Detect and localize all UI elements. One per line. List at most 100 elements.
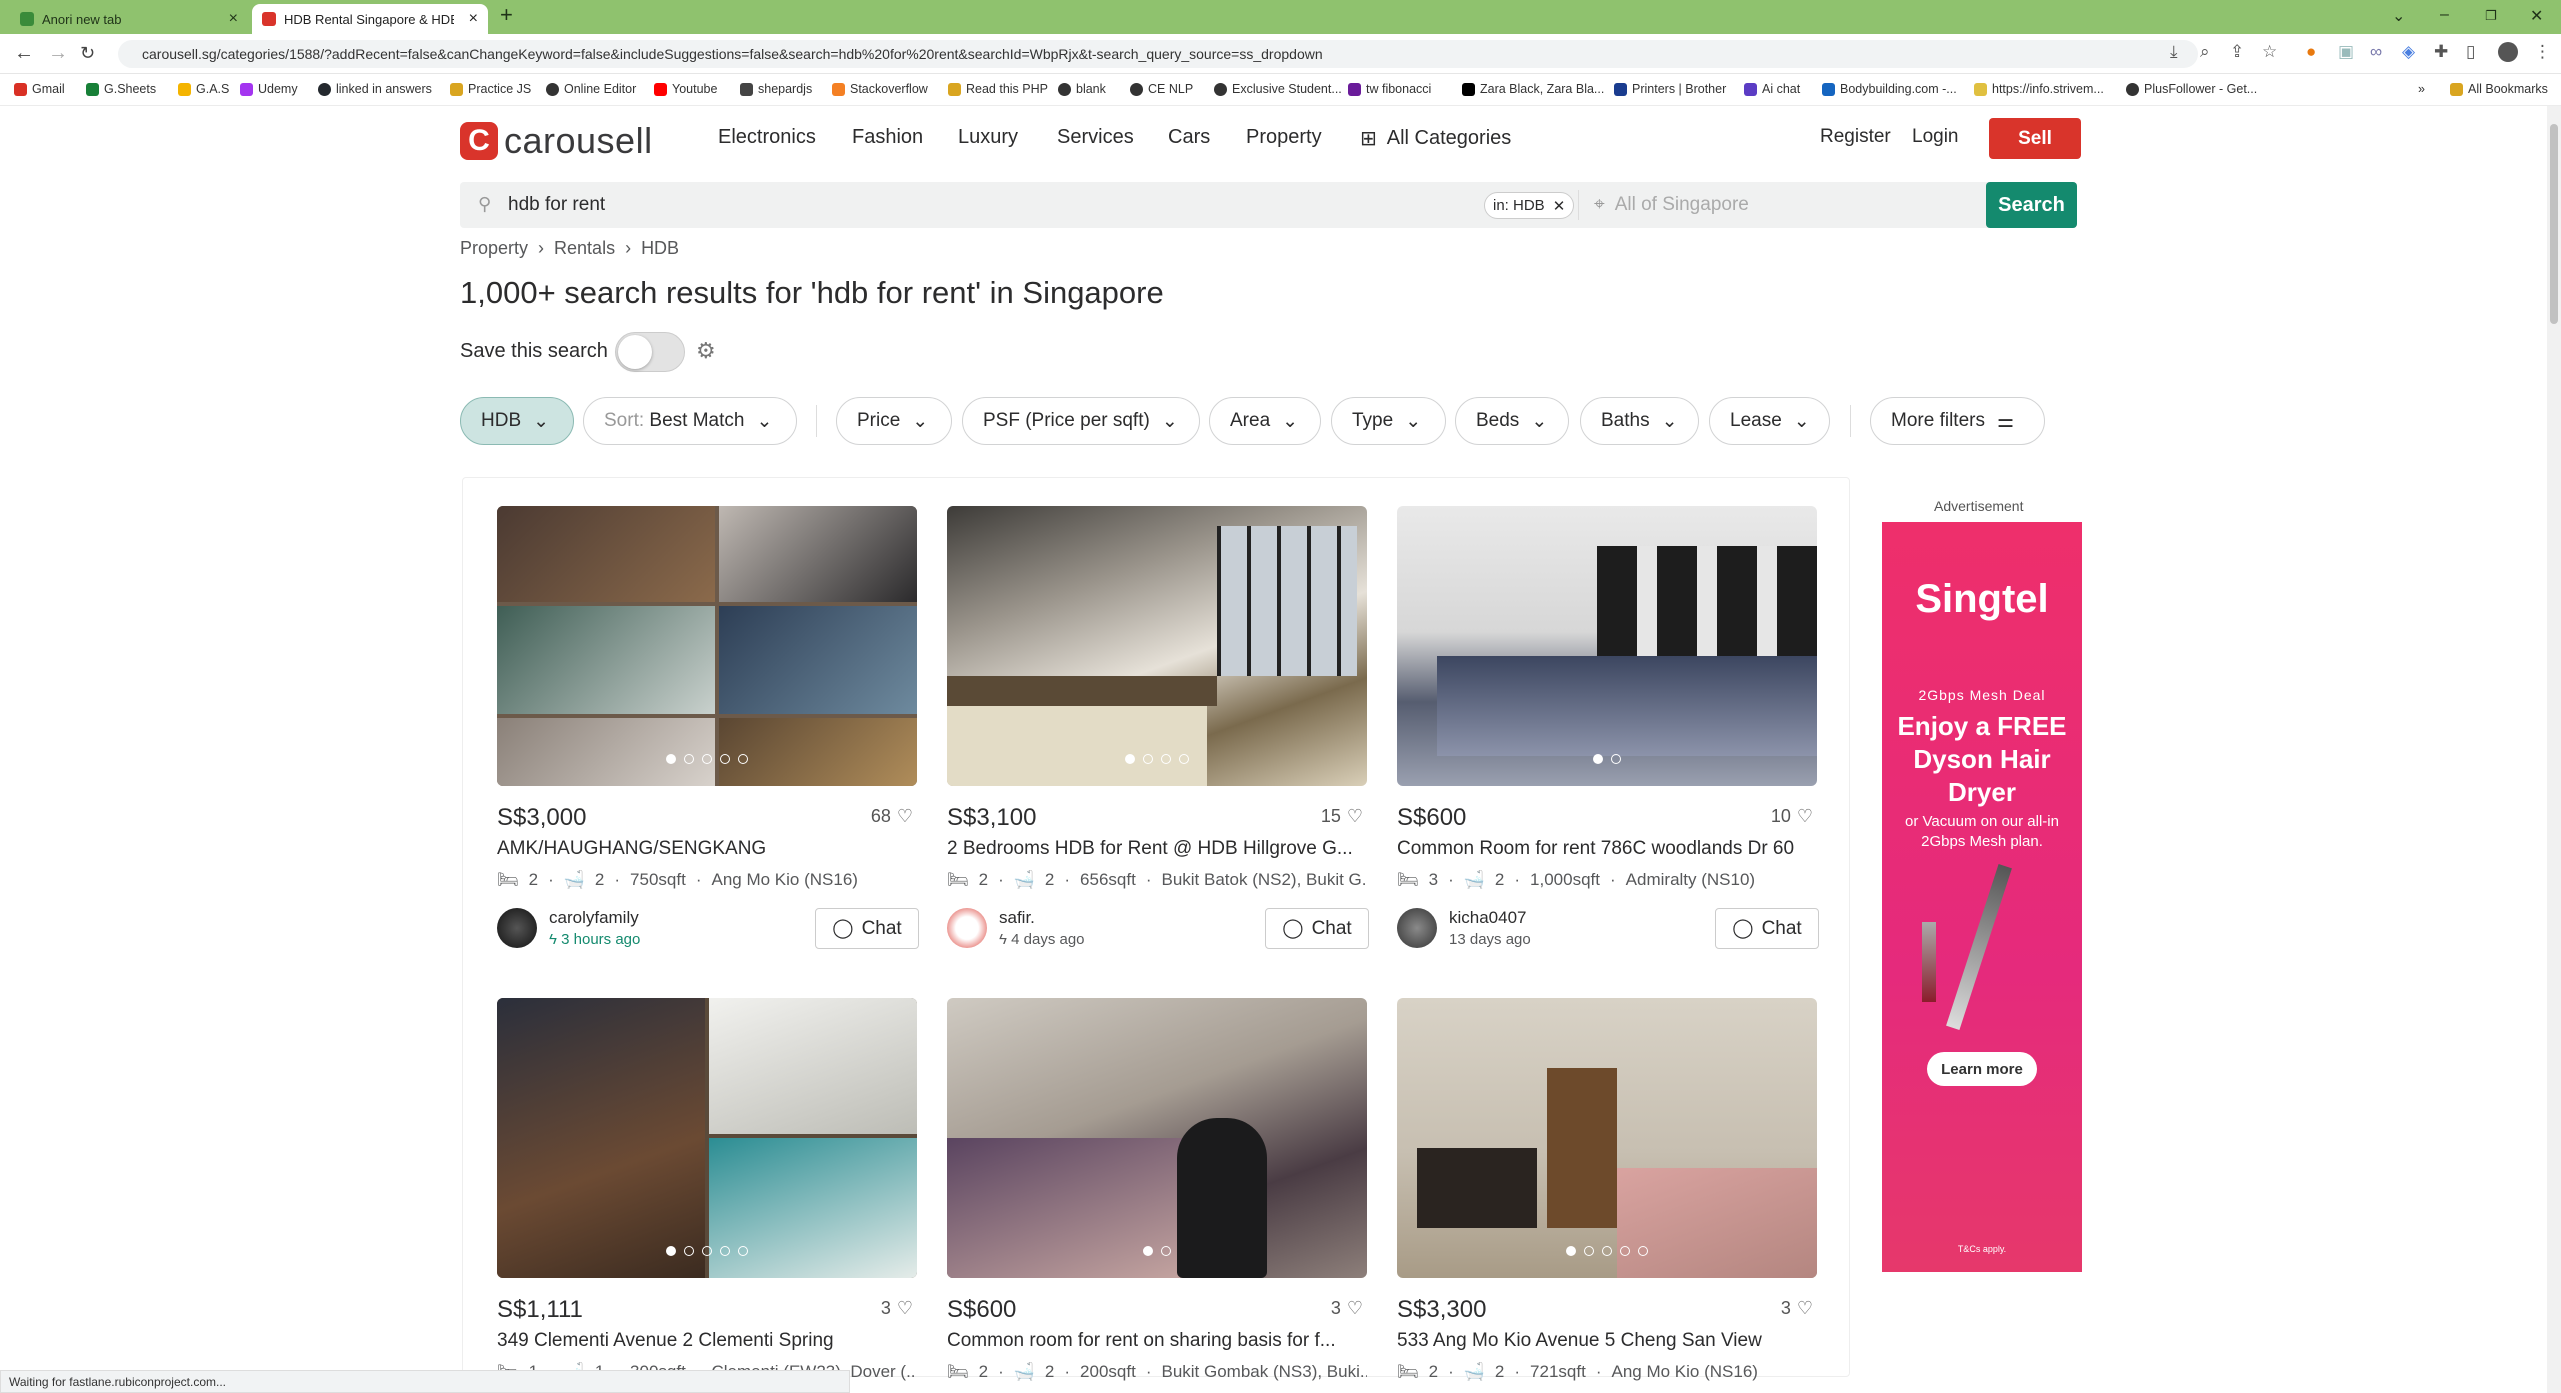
bookmark-item[interactable]: https://info.strivem... [1974, 82, 2104, 96]
listing-title[interactable]: AMK/HAUGHANG/SENGKANG [497, 838, 917, 860]
bookmark-item[interactable]: Bodybuilding.com -... [1822, 82, 1957, 96]
filter-type[interactable]: Type ⌄ [1331, 397, 1446, 445]
zoom-icon[interactable]: ⌕ [2200, 42, 2210, 62]
advertisement-banner[interactable]: Singtel 2Gbps Mesh Deal Enjoy a FREE Dys… [1882, 522, 2082, 1272]
chat-button[interactable]: ◯ Chat [1715, 908, 1819, 949]
filter-price[interactable]: Price ⌄ [836, 397, 952, 445]
like-button[interactable]: 3 ♡ [881, 1298, 913, 1319]
scrollbar-thumb[interactable] [2550, 124, 2558, 324]
minimize-icon[interactable]: – [2440, 6, 2449, 24]
bookmark-item[interactable]: Ai chat [1744, 82, 1800, 96]
bookmark-item[interactable]: PlusFollower - Get... [2126, 82, 2257, 96]
breadcrumb-property[interactable]: Property [460, 238, 528, 259]
chat-button[interactable]: ◯ Chat [1265, 908, 1369, 949]
tab-anori[interactable]: Anori new tab × [10, 4, 248, 34]
listing-photo[interactable] [947, 506, 1367, 786]
avatar[interactable] [947, 908, 987, 948]
sell-button[interactable]: Sell [1989, 118, 2081, 159]
bookmark-item[interactable]: CE NLP [1130, 82, 1193, 96]
new-tab-icon[interactable]: + [500, 2, 513, 28]
listing-card[interactable]: S$600 3 ♡ Common room for rent on sharing… [947, 998, 1369, 1381]
more-filters-button[interactable]: More filters ⚌ [1870, 397, 2045, 445]
register-link[interactable]: Register [1820, 126, 1891, 148]
bookmark-item[interactable]: Stackoverflow [832, 82, 928, 96]
filter-hdb[interactable]: HDB ⌄ [460, 397, 574, 445]
seller-name[interactable]: kicha0407 [1449, 908, 1527, 928]
nav-electronics[interactable]: Electronics [718, 126, 816, 149]
like-button[interactable]: 3 ♡ [1331, 1298, 1363, 1319]
tab-carousell[interactable]: HDB Rental Singapore & HDB Fo × [252, 4, 488, 34]
like-button[interactable]: 68 ♡ [871, 806, 913, 827]
nav-services[interactable]: Services [1057, 126, 1134, 149]
bookmark-item[interactable]: Exclusive Student... [1214, 82, 1342, 96]
listing-title[interactable]: 533 Ang Mo Kio Avenue 5 Cheng San View [1397, 1330, 1817, 1352]
breadcrumb-rentals[interactable]: Rentals [554, 238, 615, 259]
page-scrollbar[interactable] [2547, 106, 2561, 1393]
like-button[interactable]: 10 ♡ [1771, 806, 1813, 827]
nav-cars[interactable]: Cars [1168, 126, 1210, 149]
login-link[interactable]: Login [1912, 126, 1959, 148]
breadcrumb-hdb[interactable]: HDB [641, 238, 679, 259]
category-filter-chip[interactable]: in: HDB ✕ [1484, 192, 1575, 219]
sort-dropdown[interactable]: Sort: Best Match ⌄ [583, 397, 797, 445]
filter-lease[interactable]: Lease ⌄ [1709, 397, 1830, 445]
listing-title[interactable]: 349 Clementi Avenue 2 Clementi Spring [497, 1330, 917, 1352]
listing-title[interactable]: 2 Bedrooms HDB for Rent @ HDB Hillgrove … [947, 838, 1367, 860]
more-bookmarks-icon[interactable]: » [2418, 82, 2425, 96]
search-input[interactable]: hdb for rent [508, 194, 605, 216]
bookmark-item[interactable]: Printers | Brother [1614, 82, 1726, 96]
filter-area[interactable]: Area ⌄ [1209, 397, 1321, 445]
bookmark-item[interactable]: G.Sheets [86, 82, 156, 96]
menu-kebab-icon[interactable]: ⋮ [2534, 42, 2551, 62]
close-tab-icon[interactable]: × [469, 10, 478, 28]
listing-card[interactable]: S$3,000 68 ♡ AMK/HAUGHANG/SENGKANG 🛏 2 · 🛁 2… [497, 506, 919, 966]
bookmark-item[interactable]: Practice JS [450, 82, 531, 96]
bookmark-item[interactable]: Gmail [14, 82, 65, 96]
seller-name[interactable]: safir. [999, 908, 1035, 928]
url-field[interactable]: carousell.sg/categories/1588/?addRecent=… [118, 40, 2198, 68]
restore-icon[interactable]: ❐ [2485, 8, 2497, 24]
close-tab-icon[interactable]: × [229, 10, 238, 28]
bookmark-item[interactable]: blank [1058, 82, 1106, 96]
share-icon[interactable]: ⇪ [2230, 42, 2244, 62]
filter-baths[interactable]: Baths ⌄ [1580, 397, 1699, 445]
search-button[interactable]: Search [1986, 182, 2077, 228]
seller-name[interactable]: carolyfamily [549, 908, 639, 928]
extensions-puzzle-icon[interactable]: ✚ [2434, 42, 2448, 62]
chat-button[interactable]: ◯ Chat [815, 908, 919, 949]
listing-title[interactable]: Common room for rent on sharing basis fo… [947, 1330, 1367, 1352]
filter-psf[interactable]: PSF (Price per sqft) ⌄ [962, 397, 1200, 445]
bookmark-item[interactable]: tw fibonacci [1348, 82, 1431, 96]
carousell-logo[interactable]: C carousell [460, 120, 653, 162]
listing-card[interactable]: S$3,100 15 ♡ 2 Bedrooms HDB for Rent @ HD… [947, 506, 1369, 966]
remove-chip-icon[interactable]: ✕ [1553, 197, 1566, 215]
extension-icon[interactable]: ∞ [2370, 42, 2382, 62]
listing-photo[interactable] [947, 998, 1367, 1278]
forward-icon[interactable]: → [48, 42, 68, 65]
filter-beds[interactable]: Beds ⌄ [1455, 397, 1569, 445]
install-icon[interactable]: ⤓ [2170, 42, 2178, 62]
listing-photo[interactable] [497, 506, 917, 786]
bookmark-star-icon[interactable]: ☆ [2262, 42, 2277, 62]
all-bookmarks[interactable]: All Bookmarks [2450, 82, 2548, 96]
avatar[interactable] [497, 908, 537, 948]
listing-photo[interactable] [497, 998, 917, 1278]
side-panel-icon[interactable]: ▯ [2466, 42, 2475, 62]
listing-card[interactable]: S$1,111 3 ♡ 349 Clementi Avenue 2 Clement… [497, 998, 919, 1381]
bookmark-item[interactable]: shepardjs [740, 82, 812, 96]
nav-all-categories[interactable]: ⊞ All Categories [1360, 126, 1511, 151]
close-window-icon[interactable]: ✕ [2530, 6, 2543, 26]
listing-photo[interactable] [1397, 998, 1817, 1278]
nav-property[interactable]: Property [1246, 126, 1322, 149]
bookmark-item[interactable]: Online Editor [546, 82, 636, 96]
gear-icon[interactable]: ⚙ [696, 338, 716, 364]
listing-card[interactable]: S$600 10 ♡ Common Room for rent 786C wood… [1397, 506, 1819, 966]
reload-icon[interactable]: ↻ [80, 43, 95, 64]
learn-more-button[interactable]: Learn more [1927, 1052, 2037, 1086]
nav-luxury[interactable]: Luxury [958, 126, 1018, 149]
bookmark-item[interactable]: Udemy [240, 82, 298, 96]
extension-icon[interactable]: ▣ [2338, 42, 2354, 62]
location-input[interactable]: ⌖ All of Singapore [1594, 194, 1749, 216]
nav-fashion[interactable]: Fashion [852, 126, 923, 149]
bookmark-item[interactable]: G.A.S [178, 82, 229, 96]
